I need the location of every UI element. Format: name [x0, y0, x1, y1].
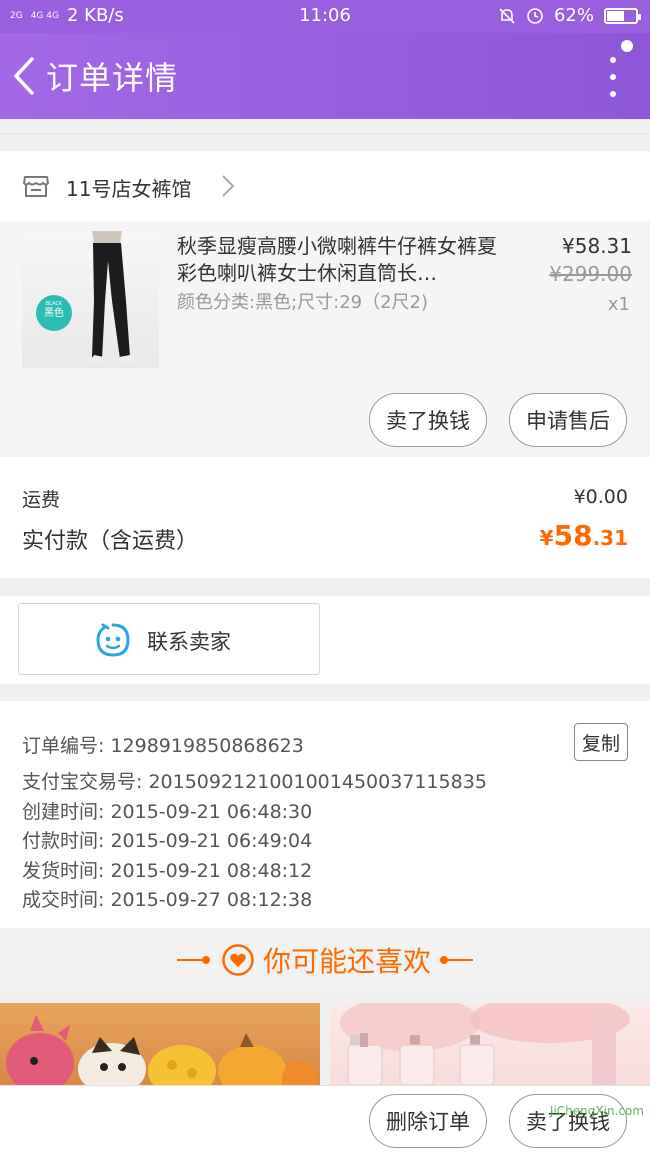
- status-right: 62%: [498, 5, 641, 26]
- plush-toys-image-icon: [6, 1015, 318, 1085]
- bottom-sell-for-cash-button[interactable]: 卖了换钱: [509, 1094, 627, 1148]
- mute-bell-icon: [499, 7, 515, 24]
- battery-icon: [604, 7, 641, 24]
- product-original-price: ¥299.00: [549, 262, 632, 286]
- bottom-action-bar: 删除订单 卖了换钱: [0, 1085, 650, 1155]
- shipping-value: ¥0.00: [573, 486, 628, 508]
- alipay-trade-number: 支付宝交易号: 2015092121001001450037115835: [22, 771, 487, 793]
- shop-name[interactable]: 11号店女裤馆: [66, 173, 191, 202]
- total-decimal: .31: [592, 526, 628, 550]
- color-badge: BLACK 黑色: [36, 295, 72, 331]
- product-title[interactable]: 秋季显瘦高腰小微喇裤牛仔裤女裤夏彩色喇叭裤女士休闲直筒长…: [177, 233, 507, 287]
- total-label: 实付款（含运费）: [22, 529, 199, 554]
- recommend-header: 你可能还喜欢: [0, 928, 650, 992]
- page-title: 订单详情: [46, 59, 179, 97]
- copy-button[interactable]: 复制: [574, 723, 628, 761]
- product-quantity: x1: [607, 294, 630, 315]
- fee-summary: 运费 ¥0.00 实付款（含运费） ¥58.31: [0, 457, 650, 578]
- after-sales-button[interactable]: 申请售后: [509, 393, 627, 447]
- total-currency: ¥: [539, 526, 554, 550]
- shop-row[interactable]: 11号店女裤馆: [0, 151, 650, 221]
- shipping-label: 运费: [22, 489, 61, 511]
- delete-order-button[interactable]: 删除订单: [369, 1094, 487, 1148]
- order-number: 订单编号: 1298919850868623: [22, 735, 304, 757]
- dash-left: [176, 956, 210, 964]
- battery-fill: [607, 10, 625, 21]
- heart-circle-icon: [222, 944, 254, 976]
- alarm-icon: [527, 7, 543, 24]
- total-value: ¥58.31: [540, 519, 628, 552]
- nav-header: 订单详情: [0, 33, 650, 119]
- contact-section: 联系卖家: [0, 596, 650, 684]
- contact-seller-label: 联系卖家: [147, 630, 231, 654]
- status-bar: 2G 4G 4G 2 KB/s 11:06 62%: [0, 0, 650, 33]
- created-time: 创建时间: 2015-09-21 06:48:30: [22, 801, 313, 823]
- paid-time: 付款时间: 2015-09-21 06:49:04: [22, 830, 313, 852]
- contact-seller-button[interactable]: 联系卖家: [18, 603, 320, 675]
- recommend-item-toys[interactable]: [0, 1003, 320, 1085]
- product-card[interactable]: BLACK 黑色 秋季显瘦高腰小微喇裤牛仔裤女裤夏彩色喇叭裤女士休闲直筒长… 颜色…: [0, 221, 650, 456]
- dash-right: [440, 956, 473, 964]
- completed-time: 成交时间: 2015-09-27 08:12:38: [22, 889, 313, 911]
- back-arrow-icon[interactable]: [10, 55, 40, 97]
- product-spec: 颜色分类:黑色;尺寸:29（2尺2): [177, 292, 429, 313]
- total-integer: 58: [553, 519, 593, 552]
- badge-label: 黑色: [44, 308, 64, 319]
- order-info: 订单编号: 1298919850868623 支付宝交易号: 201509212…: [0, 701, 650, 928]
- product-thumbnail[interactable]: BLACK 黑色: [22, 231, 159, 368]
- recommend-item-bottles[interactable]: [330, 1003, 650, 1085]
- badge-caption: BLACK: [45, 301, 63, 307]
- battery-percent: 62%: [553, 5, 594, 26]
- store-icon: [23, 176, 49, 197]
- recommend-title: 你可能还喜欢: [262, 945, 431, 978]
- shipped-time: 发货时间: 2015-09-21 08:48:12: [22, 860, 313, 882]
- sell-for-cash-button[interactable]: 卖了换钱: [369, 393, 487, 447]
- cosmetics-image-icon: [340, 1003, 630, 1085]
- more-menu-icon[interactable]: [606, 57, 620, 97]
- chat-bubble-icon: [96, 623, 130, 657]
- chevron-right-icon: [222, 175, 235, 197]
- notification-dot: [621, 40, 633, 52]
- product-price: ¥58.31: [562, 234, 632, 258]
- watermark: JiChengXin.com: [549, 1104, 644, 1118]
- divider: [0, 133, 650, 134]
